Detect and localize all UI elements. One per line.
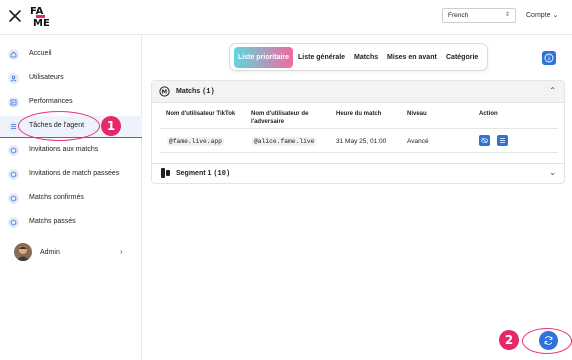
refresh-button[interactable] [539, 331, 558, 350]
sidebar-item-label: Matchs passés [29, 218, 76, 225]
info-button[interactable] [542, 51, 556, 65]
annotation-badge-1: 1 [101, 116, 121, 136]
segment-icon [161, 168, 170, 178]
user-menu[interactable]: Admin › [0, 239, 142, 265]
details-button[interactable] [497, 135, 508, 146]
sidebar: Accueil Utilisateurs Performances Tâches… [0, 36, 142, 360]
refresh-icon [544, 336, 553, 345]
sidebar-item-label: Matchs confirmés [29, 194, 84, 201]
chevron-up-icon[interactable]: ⌃ [549, 86, 556, 95]
annotation-badge-2: 2 [499, 330, 519, 350]
sidebar-item-match-invitations[interactable]: Invitations aux matchs [0, 140, 142, 162]
sidebar-item-past-matches[interactable]: Matchs passés [0, 212, 142, 234]
table-divider [160, 128, 558, 129]
tab-matches[interactable]: Matchs [354, 47, 378, 68]
chevron-right-icon: › [120, 247, 123, 256]
tab-general-list[interactable]: Liste générale [298, 47, 345, 68]
sidebar-item-users[interactable]: Utilisateurs [0, 68, 142, 90]
versus-icon [8, 217, 19, 228]
user-icon [8, 73, 19, 84]
tab-category[interactable]: Catégorie [446, 47, 478, 68]
home-icon [8, 49, 19, 60]
cell-level: Avancé [407, 138, 429, 145]
column-header: Action [479, 111, 498, 117]
app-root: FA ME French ⇕ Compte ⌄ Accueil Utilisat… [0, 0, 572, 360]
column-header: Niveau [407, 111, 427, 117]
versus-icon [8, 193, 19, 204]
sidebar-item-label: Invitations aux matchs [29, 146, 99, 153]
segment-row[interactable]: Segment 1 (10) ⌄ [152, 163, 564, 183]
select-caret-icon: ⇕ [504, 12, 510, 18]
cell-match-time: 31 May 25, 01:00 [336, 138, 387, 145]
sidebar-item-confirmed-matches[interactable]: Matchs confirmés [0, 188, 142, 210]
list-icon [500, 138, 505, 143]
chart-icon [8, 97, 19, 108]
matches-panel-header[interactable]: M Matchs (1) ⌃ [152, 81, 564, 103]
close-icon[interactable] [7, 8, 23, 24]
language-select[interactable]: French ⇕ [442, 8, 516, 23]
opponent-username: @alice.fame.live [252, 137, 317, 146]
tab-featured[interactable]: Mises en avant [387, 47, 437, 68]
segment-count: (10) [213, 170, 231, 178]
sidebar-item-label: Invitations de match passées [29, 170, 120, 177]
language-value: French [448, 12, 469, 19]
brand-logo: FA ME [30, 6, 50, 28]
chevron-down-icon: ⌄ [552, 12, 559, 19]
sidebar-item-label: Utilisateurs [29, 74, 64, 81]
tiktok-username: @fame.live.app [167, 137, 224, 146]
sidebar-item-past-invitations[interactable]: Invitations de match passées [0, 164, 142, 186]
versus-icon [8, 169, 19, 180]
tab-bar: Liste prioritaire Liste générale Matchs … [229, 43, 488, 71]
top-bar: FA ME French ⇕ Compte ⌄ [0, 0, 572, 35]
account-label: Compte [526, 12, 551, 19]
segment-title: Segment 1 (10) [176, 170, 230, 178]
matches-title-text: Matchs [176, 88, 201, 95]
cell-tiktok-username[interactable]: @fame.live.app [167, 137, 224, 146]
versus-icon [8, 145, 19, 156]
avatar [14, 243, 32, 261]
annotation-ellipse-1 [18, 111, 100, 141]
column-header: Nom d'utilisateur TikTok [166, 111, 236, 117]
versus-icon: M [159, 86, 170, 97]
column-header: Nom d'utilisateur de l'adversaire [251, 111, 309, 125]
matches-panel: M Matchs (1) ⌃ Nom d'utilisateur TikTok … [151, 80, 565, 184]
cell-opponent-username[interactable]: @alice.fame.live [252, 137, 317, 146]
segment-title-text: Segment 1 [176, 170, 212, 177]
hide-button[interactable] [479, 135, 490, 146]
column-header: Heure du match [336, 111, 382, 117]
svg-text:M: M [162, 90, 167, 96]
user-name: Admin [40, 249, 60, 256]
matches-title: Matchs (1) [176, 88, 215, 96]
sidebar-item-home[interactable]: Accueil [0, 44, 142, 66]
info-icon [544, 53, 554, 63]
eye-off-icon [481, 137, 488, 144]
table-divider [160, 152, 558, 153]
sidebar-item-label: Performances [29, 98, 73, 105]
chevron-down-icon[interactable]: ⌄ [549, 168, 556, 177]
tab-priority-list[interactable]: Liste prioritaire [234, 47, 293, 68]
svg-text:ME: ME [33, 18, 50, 28]
account-menu[interactable]: Compte ⌄ [526, 11, 558, 19]
sidebar-item-label: Accueil [29, 50, 52, 57]
matches-count: (1) [202, 88, 215, 96]
